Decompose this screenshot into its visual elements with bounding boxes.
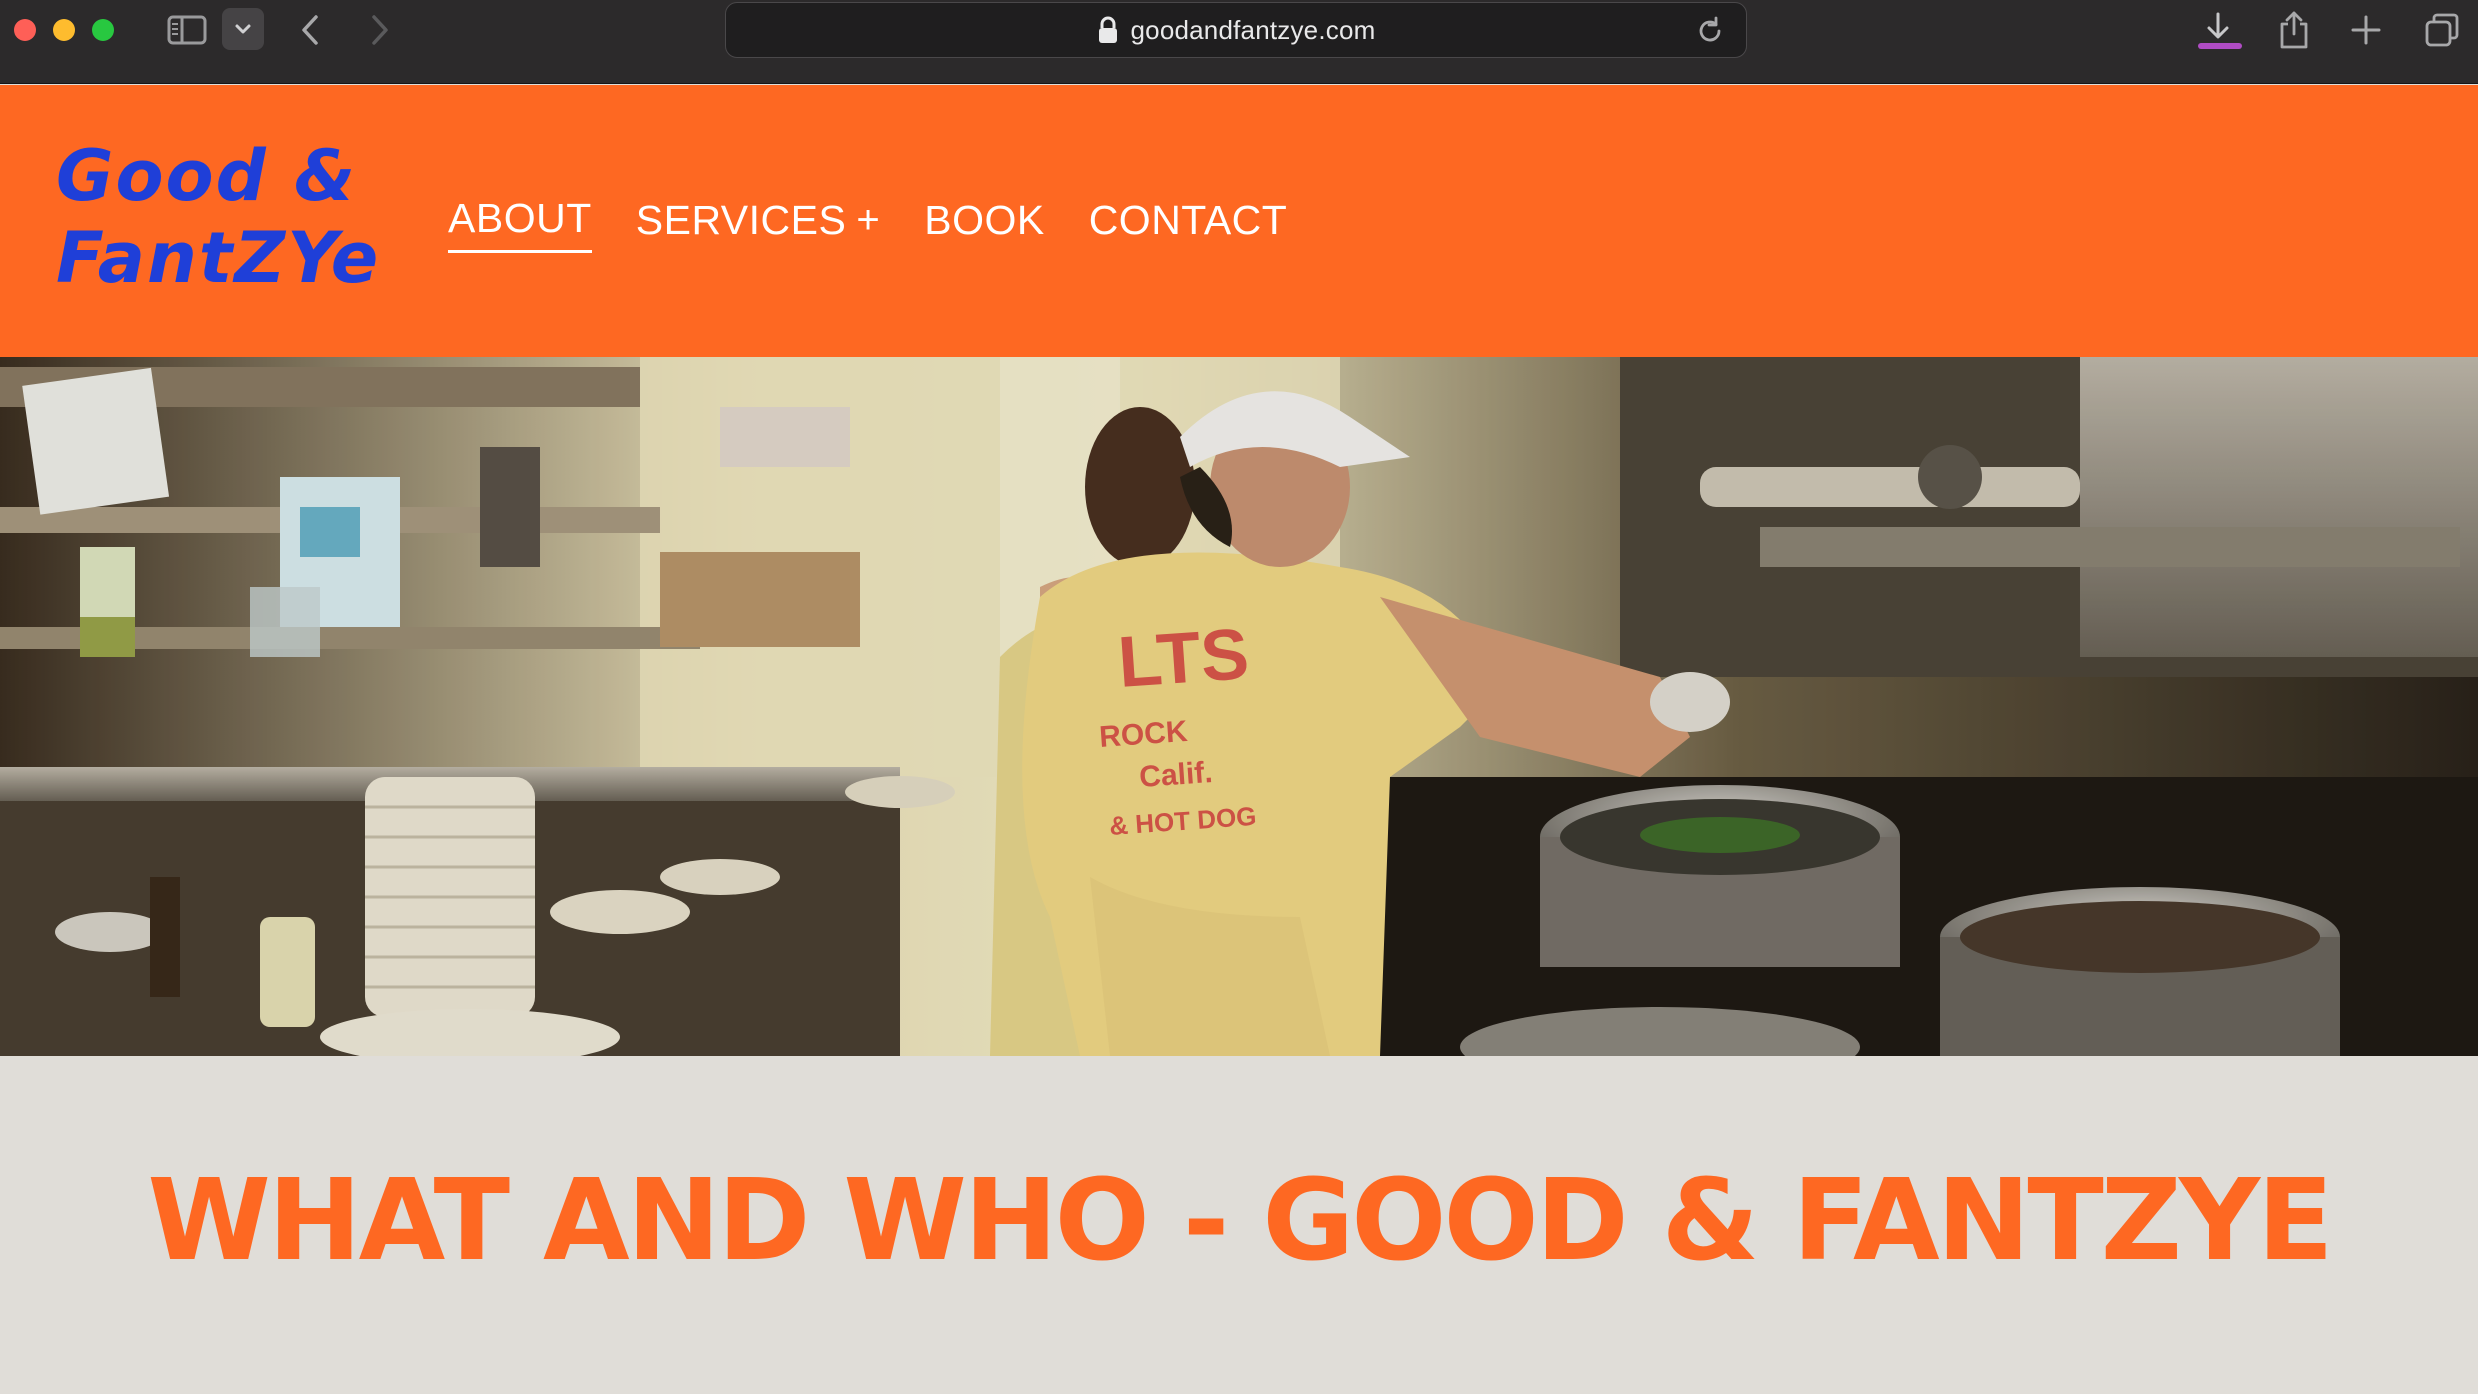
reload-icon[interactable] <box>1694 15 1726 47</box>
plus-icon <box>2351 15 2381 45</box>
site-header: Good & FantZYe ABOUT SERVICES + BOOK CON… <box>0 85 2478 357</box>
share-button[interactable] <box>2270 6 2318 54</box>
nav-about[interactable]: ABOUT <box>448 195 592 253</box>
nav-book[interactable]: BOOK <box>924 195 1044 253</box>
new-tab-button[interactable] <box>2342 6 2390 54</box>
lock-icon <box>1098 16 1117 43</box>
nav-services-expand: + <box>856 197 881 242</box>
sidebar-toggle-button[interactable] <box>162 10 212 50</box>
tab-overview-button[interactable] <box>2418 6 2466 54</box>
minimize-window-button[interactable] <box>53 19 75 41</box>
nav-contact[interactable]: CONTACT <box>1089 195 1288 253</box>
download-progress-bar <box>2198 43 2242 49</box>
site-logo[interactable]: Good & FantZYe <box>56 135 381 315</box>
url-text: goodandfantzye.com <box>1130 14 1376 45</box>
browser-toolbar: goodandfantzye.com <box>0 0 2478 84</box>
address-bar[interactable]: goodandfantzye.com <box>725 2 1747 58</box>
nav-services[interactable]: SERVICES + <box>636 195 880 253</box>
forward-button[interactable] <box>360 10 400 50</box>
hero-image: LTS ROCK Calif. & HOT DOG <box>0 357 2478 1056</box>
tab-group-dropdown[interactable] <box>222 8 264 50</box>
zoom-window-button[interactable] <box>92 19 114 41</box>
logo-line-2: FantZYe <box>56 217 381 299</box>
back-button[interactable] <box>290 10 330 50</box>
tabs-overview-icon <box>2425 13 2459 47</box>
logo-line-1: Good & <box>56 135 358 217</box>
main-nav: ABOUT SERVICES + BOOK CONTACT <box>448 195 1287 253</box>
chevron-down-icon <box>235 24 251 34</box>
close-window-button[interactable] <box>14 19 36 41</box>
page-title: WHAT AND WHO - GOOD & FANTZYE <box>147 1156 2333 1286</box>
nav-services-label: SERVICES <box>635 196 847 243</box>
about-section: WHAT AND WHO - GOOD & FANTZYE <box>0 1056 2478 1394</box>
forward-arrow-icon <box>372 15 388 45</box>
share-icon <box>2280 11 2308 49</box>
back-arrow-icon <box>302 15 318 45</box>
sidebar-icon <box>167 15 207 45</box>
